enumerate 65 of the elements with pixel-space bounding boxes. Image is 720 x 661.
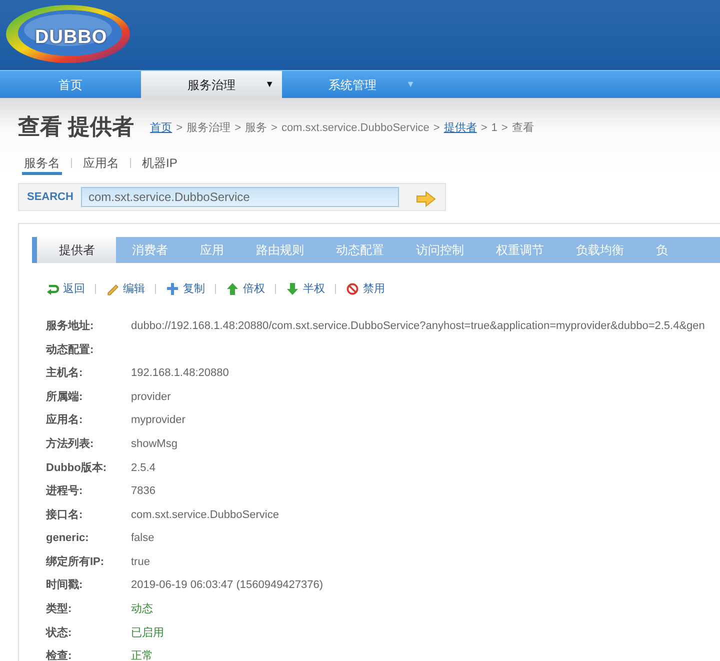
field-value: 7836 xyxy=(131,484,156,500)
breadcrumb-item: 查看 xyxy=(512,122,534,134)
field-value: 2.5.4 xyxy=(131,460,156,476)
field-label: 时间戳: xyxy=(45,578,84,594)
field-label: 方法列表: xyxy=(44,436,95,452)
field-value: showMsg xyxy=(131,436,178,452)
field-label: 检查: xyxy=(44,648,73,661)
field-value: dubbo://192.168.1.48:20880/com.sxt.service.DubboService?anyhost=true&application=myprovider&dubbo=2.5.4&gen xyxy=(131,318,705,334)
search-field[interactable]: com.sxt.service.DubboService xyxy=(81,187,400,208)
status-value: 正常 xyxy=(131,649,153,661)
edit-button[interactable]: 编辑 xyxy=(106,280,145,298)
breadcrumb-separator: > xyxy=(271,122,278,134)
breadcrumb-item: 服务 xyxy=(245,122,267,134)
copy-button[interactable]: 复制 xyxy=(166,280,205,298)
field-value: myprovider xyxy=(131,413,186,428)
breadcrumb-item: com.sxt.service.DubboService xyxy=(281,122,430,134)
caret-icon: ▼ xyxy=(406,78,415,92)
field-label: 所属端: xyxy=(45,390,84,405)
field-value: 2019-06-19 06:03:47 (1560949427376) xyxy=(131,578,324,594)
caret-icon: ▼ xyxy=(265,78,274,92)
nav-tab[interactable]: 系统管理 ▼ xyxy=(282,71,423,98)
status-value: 动态 xyxy=(131,602,153,618)
field-label: 绑定所有IP: xyxy=(44,554,106,570)
plus-icon xyxy=(166,282,179,296)
breadcrumb-link[interactable]: 提供者 xyxy=(444,122,477,134)
field-label: 类型: xyxy=(45,602,73,618)
breadcrumb-separator: > xyxy=(176,122,183,134)
status-value: 已启用 xyxy=(131,626,164,641)
down-arrow-icon xyxy=(286,282,299,296)
nav-tab[interactable]: 首页 xyxy=(0,71,141,98)
page-title: 查看 提供者 xyxy=(18,114,134,140)
search-tab[interactable]: 服务名 xyxy=(22,156,62,176)
field-label: 接口名: xyxy=(44,508,84,523)
field-value: provider xyxy=(131,390,171,405)
breadcrumb-separator: > xyxy=(433,122,440,134)
disable-button[interactable]: 禁用 xyxy=(346,280,385,298)
breadcrumb-item: 1 xyxy=(491,122,498,134)
field-label: 应用名: xyxy=(44,412,84,428)
search-label: SEARCH xyxy=(27,190,74,206)
field-label: generic: xyxy=(45,531,90,546)
breadcrumb-separator: > xyxy=(234,122,241,134)
down-button[interactable]: 半权 xyxy=(286,280,325,298)
field-label: 进程号: xyxy=(44,484,84,500)
field-label: 动态配置: xyxy=(44,342,95,358)
breadcrumb-item: 服务治理 xyxy=(186,122,231,134)
up-arrow-icon xyxy=(226,282,239,296)
search-tab[interactable]: 应用名 xyxy=(81,156,121,176)
prohibited-icon xyxy=(346,282,359,296)
nav-tab[interactable]: 服务治理 ▼ xyxy=(141,71,282,98)
field-value: false xyxy=(131,531,154,546)
search-tab[interactable]: 机器IP xyxy=(140,156,180,176)
breadcrumb-link[interactable]: 首页 xyxy=(150,122,172,134)
field-label: 服务地址: xyxy=(44,318,95,334)
field-label: 主机名: xyxy=(45,366,84,382)
breadcrumb-separator: > xyxy=(480,122,488,134)
search-button[interactable] xyxy=(415,189,437,206)
up-button[interactable]: 倍权 xyxy=(226,280,265,298)
back-button[interactable]: 返回 xyxy=(46,280,85,298)
tab[interactable]: 提供者 xyxy=(37,237,116,264)
field-value: com.sxt.service.DubboService xyxy=(131,508,279,523)
field-value: 192.168.1.48:20880 xyxy=(131,366,229,382)
field-label: 状态: xyxy=(44,626,73,641)
field-label: Dubbo版本: xyxy=(45,460,108,476)
breadcrumb-separator: > xyxy=(501,122,508,134)
field-value: true xyxy=(131,554,150,570)
